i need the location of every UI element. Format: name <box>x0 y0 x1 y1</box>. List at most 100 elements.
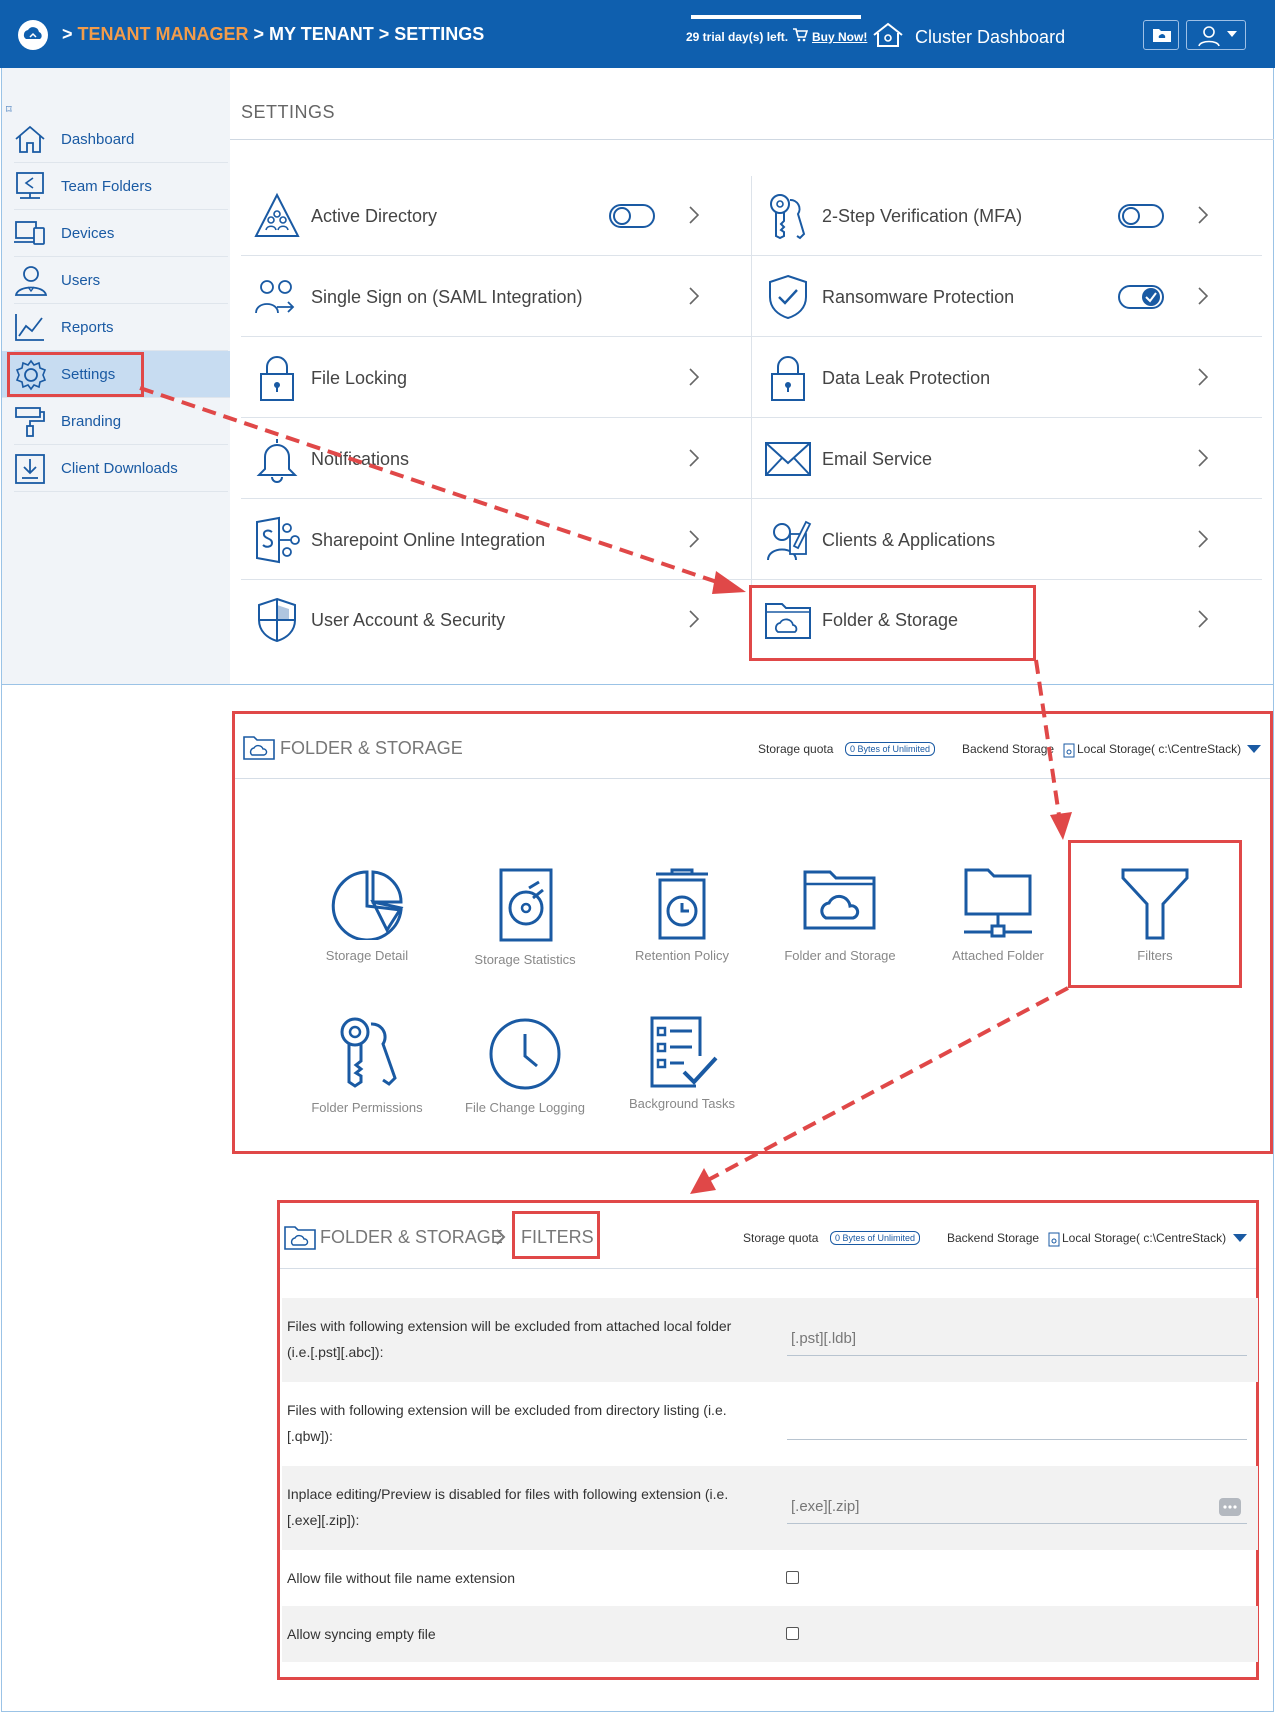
sidebar-item-client-downloads[interactable]: Client Downloads <box>14 445 228 492</box>
tile-folder-and-storage[interactable]: Folder and Storage <box>765 868 915 998</box>
sso-users-icon <box>253 273 301 321</box>
paint-roller-icon <box>14 406 46 438</box>
input-value: [.exe][.zip] <box>791 1498 860 1515</box>
home-icon <box>14 124 46 154</box>
setting-clients-applications[interactable]: Clients & Applications <box>752 500 1262 580</box>
setting-email-service[interactable]: Email Service <box>752 419 1262 499</box>
chevron-right-icon <box>689 368 699 386</box>
setting-active-directory[interactable]: Active Directory <box>241 176 751 256</box>
chevron-down-icon <box>1227 31 1237 37</box>
backend-storage-select[interactable]: Local Storage( c:\CentreStack) <box>1077 742 1241 756</box>
folder-cloud-icon <box>243 734 275 760</box>
filter-label: Allow syncing empty file <box>287 1626 436 1642</box>
inplace-editing-extension-input[interactable]: [.exe][.zip] <box>787 1488 1247 1524</box>
trial-progress-bar <box>691 15 861 19</box>
download-icon <box>14 453 46 485</box>
setting-label: User Account & Security <box>311 610 506 630</box>
keys-icon <box>764 192 812 240</box>
sidebar-item-team-folders[interactable]: Team Folders <box>14 163 228 210</box>
chevron-right-icon <box>1198 287 1208 305</box>
storage-quota-badge: 0 Bytes of Unlimited <box>845 742 936 756</box>
tile-attached-folder[interactable]: Attached Folder <box>923 868 1073 998</box>
sidebar-item-reports[interactable]: Reports <box>14 304 228 351</box>
tile-background-tasks[interactable]: Background Tasks <box>607 1016 757 1146</box>
tile-retention-policy[interactable]: Retention Policy <box>607 868 757 998</box>
divider <box>280 1268 1256 1269</box>
backend-storage-select[interactable]: Local Storage( c:\CentreStack) <box>1062 1231 1226 1245</box>
breadcrumb-folder-storage[interactable]: FOLDER & STORAGE <box>320 1227 503 1248</box>
setting-label: File Locking <box>311 368 408 388</box>
breadcrumb-tenant-manager[interactable]: TENANT MANAGER <box>78 24 249 44</box>
app-logo[interactable] <box>18 20 48 50</box>
devices-icon <box>14 218 46 248</box>
user-menu-button[interactable] <box>1186 20 1246 50</box>
chevron-down-icon[interactable] <box>1247 745 1261 753</box>
setting-data-leak-protection[interactable]: Data Leak Protection <box>752 338 1262 418</box>
sidebar-item-branding[interactable]: Branding <box>14 398 228 445</box>
sidebar-item-devices[interactable]: Devices <box>14 210 228 257</box>
cluster-dashboard-link[interactable]: Cluster Dashboard <box>915 27 1065 48</box>
tile-label: Folder and Storage <box>784 948 896 963</box>
sidebar-item-users[interactable]: Users <box>14 257 228 304</box>
cluster-home-icon[interactable] <box>872 22 904 48</box>
folder-button[interactable] <box>1143 20 1179 50</box>
backend-storage-label: Backend Storage <box>962 742 1055 756</box>
tile-label: Background Tasks <box>629 1096 735 1111</box>
sidebar-item-label: Team Folders <box>61 178 152 195</box>
tile-storage-detail[interactable]: Storage Detail <box>292 868 442 998</box>
toggle-off-icon <box>1122 207 1140 225</box>
more-options-button[interactable] <box>1219 1498 1241 1516</box>
lock-icon <box>253 354 301 402</box>
filter-label: Files with following extension will be e… <box>287 1402 727 1444</box>
sidebar-collapse-toggle[interactable]: ⌑ <box>6 103 12 116</box>
setting-label: Email Service <box>822 449 933 469</box>
chart-icon <box>14 312 46 342</box>
chevron-right-icon <box>1198 610 1208 628</box>
setting-file-locking[interactable]: File Locking <box>241 338 751 418</box>
setting-single-sign-on[interactable]: Single Sign on (SAML Integration) <box>241 257 751 337</box>
breadcrumb-my-tenant[interactable]: > MY TENANT <box>254 24 374 44</box>
active-directory-toggle[interactable] <box>609 204 655 228</box>
filter-label: Inplace editing/Preview is disabled for … <box>287 1486 729 1528</box>
setting-2-step-verification[interactable]: 2-Step Verification (MFA) <box>752 176 1262 256</box>
sidebar-item-dashboard[interactable]: Dashboard <box>14 116 228 163</box>
setting-user-account-security[interactable]: User Account & Security <box>241 580 751 660</box>
sharepoint-icon <box>253 516 301 564</box>
envelope-icon <box>764 435 812 483</box>
sidebar-item-label: Client Downloads <box>61 460 178 477</box>
setting-label: Clients & Applications <box>822 530 996 550</box>
ransomware-toggle[interactable] <box>1118 285 1164 309</box>
buy-now-link[interactable]: Buy Now! <box>812 30 867 44</box>
filter-row-attached-local: Files with following extension will be e… <box>282 1298 1258 1382</box>
attached-folder-extension-input[interactable]: [.pst][.ldb] <box>787 1320 1247 1356</box>
directory-listing-extension-input[interactable] <box>787 1404 1247 1440</box>
storage-quota-label: Storage quota <box>743 1231 819 1245</box>
chevron-right-icon <box>689 206 699 224</box>
keys-icon <box>329 1016 405 1090</box>
backend-storage-label: Backend Storage <box>947 1231 1040 1245</box>
tile-file-change-logging[interactable]: File Change Logging <box>450 1016 600 1146</box>
filter-label: Files with following extension will be e… <box>287 1318 732 1360</box>
filter-row-no-extension: Allow file without file name extension <box>282 1550 1258 1606</box>
setting-ransomware-protection[interactable]: Ransomware Protection <box>752 257 1262 337</box>
setting-sharepoint-online[interactable]: Sharepoint Online Integration <box>241 500 751 580</box>
sidebar-item-label: Branding <box>61 413 122 430</box>
bell-icon <box>253 435 301 483</box>
sidebar-item-label: Dashboard <box>61 131 135 148</box>
setting-notifications[interactable]: Notifications <box>241 419 751 499</box>
setting-label: 2-Step Verification (MFA) <box>822 206 1023 226</box>
allow-empty-file-checkbox[interactable] <box>786 1627 799 1640</box>
chevron-down-icon[interactable] <box>1233 1234 1247 1242</box>
chevron-right-icon <box>689 449 699 467</box>
divider <box>235 778 1270 779</box>
user-icon <box>1197 25 1221 47</box>
mfa-toggle[interactable] <box>1118 204 1164 228</box>
filter-row-directory-listing: Files with following extension will be e… <box>282 1382 1258 1466</box>
user-icon <box>14 265 48 297</box>
allow-no-extension-checkbox[interactable] <box>786 1571 799 1584</box>
breadcrumb: > TENANT MANAGER > MY TENANT > SETTINGS <box>62 24 484 45</box>
tile-storage-statistics[interactable]: Storage Statistics <box>450 868 600 998</box>
tile-folder-permissions[interactable]: Folder Permissions <box>292 1016 442 1146</box>
folder-storage-title: FOLDER & STORAGE <box>280 738 463 758</box>
network-folder-icon <box>960 868 1036 940</box>
